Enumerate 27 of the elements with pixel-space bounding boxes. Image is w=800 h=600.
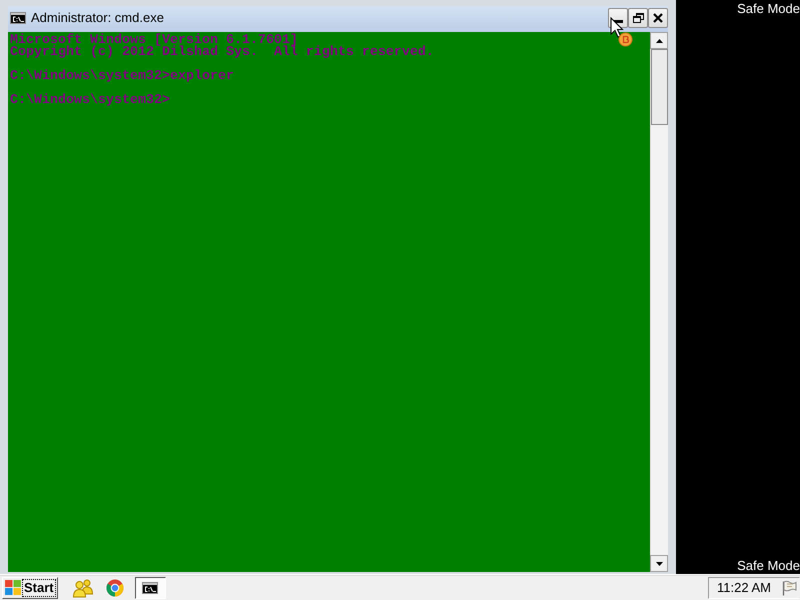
quick-launch-button[interactable]	[70, 576, 95, 598]
console-line: Copyright (c) 2012 Dilshad Sys. All rights reserved.	[10, 47, 434, 59]
safe-mode-label: Safe Mode	[737, 558, 800, 574]
people-icon	[72, 578, 94, 598]
safe-mode-label: Safe Mode	[737, 1, 800, 17]
down-arrow-icon	[656, 562, 662, 566]
mouse-cursor-icon	[610, 17, 633, 47]
console-icon	[10, 12, 26, 24]
console-icon	[142, 582, 158, 594]
restore-button[interactable]	[628, 8, 648, 28]
restore-icon	[632, 13, 644, 23]
close-button[interactable]	[648, 8, 668, 28]
clock-text[interactable]: 11:22 AM	[717, 580, 771, 595]
console-line: C:\Windows\system32>explorer	[10, 71, 234, 83]
flag-icon	[780, 580, 797, 596]
up-arrow-icon	[656, 38, 662, 42]
console-line: Microsoft Windows [Version 6.1.7601]	[10, 35, 298, 47]
scroll-down-button[interactable]	[650, 555, 668, 572]
scrollbar-thumb[interactable]	[651, 49, 668, 125]
start-button[interactable]: Start	[2, 576, 58, 598]
close-icon	[653, 13, 663, 23]
scroll-up-button[interactable]	[650, 32, 668, 49]
browser-icon	[106, 578, 124, 596]
windows-logo-icon	[5, 580, 21, 595]
console-line: C:\Windows\system32>	[10, 95, 170, 107]
taskbar-button[interactable]	[134, 576, 166, 598]
window-title: Administrator: cmd.exe	[31, 10, 164, 26]
